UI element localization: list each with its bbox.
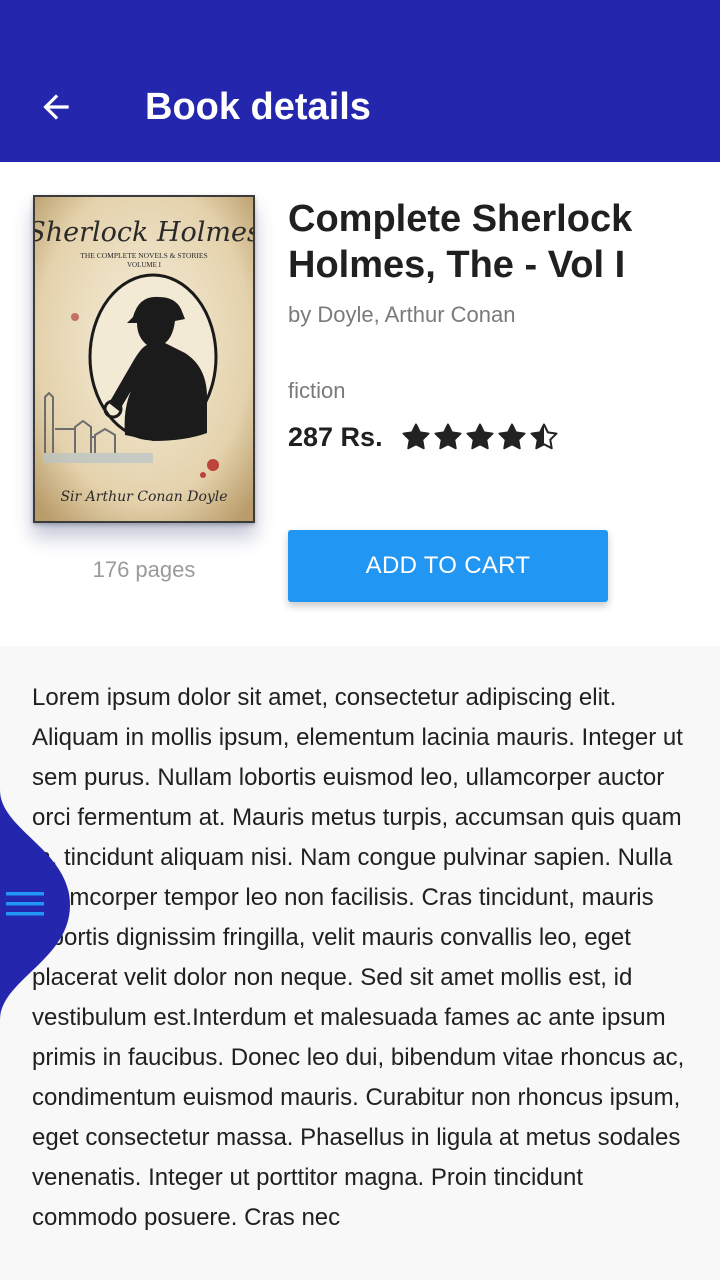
book-info-section: Sherlock Holmes THE COMPLETE NOVELS & ST… [0,162,720,646]
cover-volume-text: VOLUME I [127,261,162,269]
book-genre: fiction [288,378,346,403]
cover-author-text: Sir Arthur Conan Doyle [60,489,227,505]
book-title: Complete Sherlock Holmes, The - Vol I [288,198,633,286]
side-menu-tab[interactable] [0,790,80,1020]
page-count: 176 pages [92,557,196,582]
star-full-icon [466,423,494,450]
rating-stars [401,422,559,452]
book-cover-image[interactable]: Sherlock Holmes THE COMPLETE NOVELS & ST… [33,195,255,523]
star-full-icon [498,423,526,450]
star-half-icon [530,423,558,450]
star-full-icon [434,423,462,450]
book-author: by Doyle, Arthur Conan [288,302,516,327]
cover-artwork: Sherlock Holmes THE COMPLETE NOVELS & ST… [35,197,253,521]
arrow-left-icon [43,94,69,120]
cover-subtitle-text: THE COMPLETE NOVELS & STORIES [80,251,207,260]
app-bar: Book details [0,0,720,162]
star-full-icon [402,423,430,450]
cover-title-text: Sherlock Holmes [35,217,253,248]
book-price: 287 Rs. [288,422,383,452]
description-section: Lorem ipsum dolor sit amet, consectetur … [0,646,720,1280]
book-description: Lorem ipsum dolor sit amet, consectetur … [32,684,685,1231]
page-title: Book details [145,86,371,128]
add-to-cart-button[interactable]: ADD TO CART [288,530,608,602]
back-button[interactable] [22,78,90,136]
